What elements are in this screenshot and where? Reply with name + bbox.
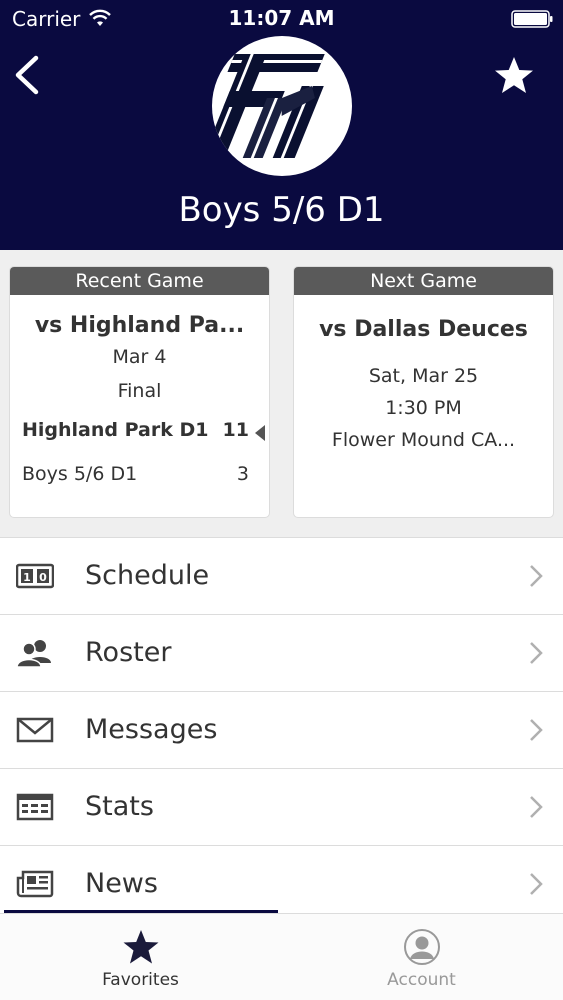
favorite-star-icon[interactable]: [493, 55, 535, 95]
chevron-right-icon: [530, 796, 543, 818]
team-logo: [212, 36, 352, 176]
people-icon: [16, 640, 51, 668]
newspaper-icon: [16, 870, 54, 898]
winner-marker-icon: [255, 425, 265, 441]
menu-label-news: News: [85, 868, 158, 899]
recent-game-date: Mar 4: [112, 346, 167, 368]
recent-game-opponent: vs Highland Pa...: [34, 313, 245, 338]
status-time: 11:07 AM: [228, 6, 335, 30]
next-game-date: Sat, Mar 25: [368, 365, 479, 387]
svg-text:0: 0: [39, 571, 47, 584]
score-team-name: Boys 5/6 D1: [22, 463, 138, 485]
chevron-right-icon: [530, 565, 543, 587]
stats-table-icon: [16, 793, 54, 821]
score-value: 3: [236, 463, 249, 485]
tab-label-favorites: Favorites: [102, 970, 179, 990]
next-game-header: Next Game: [294, 267, 553, 295]
next-game-opponent: vs Dallas Deuces: [319, 317, 528, 342]
team-title: Boys 5/6 D1: [178, 190, 385, 230]
menu-item-stats[interactable]: Stats: [0, 768, 563, 845]
next-game-location: Flower Mound CA...: [331, 429, 516, 451]
tab-favorites[interactable]: Favorites: [0, 914, 281, 1000]
score-value: 11: [222, 419, 249, 441]
team-menu: 1 0 Schedule Roster Messages Stats News: [0, 537, 563, 922]
next-game-card[interactable]: Next Game vs Dallas Deuces Sat, Mar 25 1…: [293, 266, 554, 518]
score-row-winner: Highland Park D1 11: [22, 419, 249, 441]
back-chevron-icon[interactable]: [10, 52, 44, 98]
score-team-name: Highland Park D1: [22, 419, 209, 441]
menu-label-schedule: Schedule: [85, 560, 210, 591]
next-game-time: 1:30 PM: [385, 397, 462, 419]
fm-logo-icon: [212, 54, 325, 158]
status-bar: Carrier 11:07 AM: [0, 0, 563, 38]
game-cards-area: Recent Game vs Highland Pa... Mar 4 Fina…: [0, 250, 563, 537]
menu-item-roster[interactable]: Roster: [0, 614, 563, 691]
svg-text:1: 1: [23, 571, 31, 584]
scoreboard-icon: 1 0: [16, 563, 54, 589]
chevron-right-icon: [530, 873, 543, 895]
recent-game-status: Final: [117, 380, 162, 402]
menu-item-messages[interactable]: Messages: [0, 691, 563, 768]
tab-label-account: Account: [387, 970, 456, 990]
chevron-right-icon: [530, 642, 543, 664]
star-icon: [123, 930, 159, 964]
envelope-icon: [16, 717, 54, 743]
score-row-loser: Boys 5/6 D1 3: [22, 463, 249, 485]
account-avatar-icon: [404, 929, 440, 965]
team-header: Carrier 11:07 AM Boys 5/6 D1: [0, 0, 563, 250]
menu-label-roster: Roster: [85, 637, 172, 668]
menu-item-schedule[interactable]: 1 0 Schedule: [0, 537, 563, 614]
battery-icon: [511, 10, 553, 28]
menu-label-messages: Messages: [85, 714, 218, 745]
menu-label-stats: Stats: [85, 791, 154, 822]
recent-game-header: Recent Game: [10, 267, 269, 295]
recent-game-card[interactable]: Recent Game vs Highland Pa... Mar 4 Fina…: [9, 266, 270, 518]
chevron-right-icon: [530, 719, 543, 741]
tab-account[interactable]: Account: [281, 914, 562, 1000]
tab-bar: Favorites Account: [0, 913, 563, 1000]
